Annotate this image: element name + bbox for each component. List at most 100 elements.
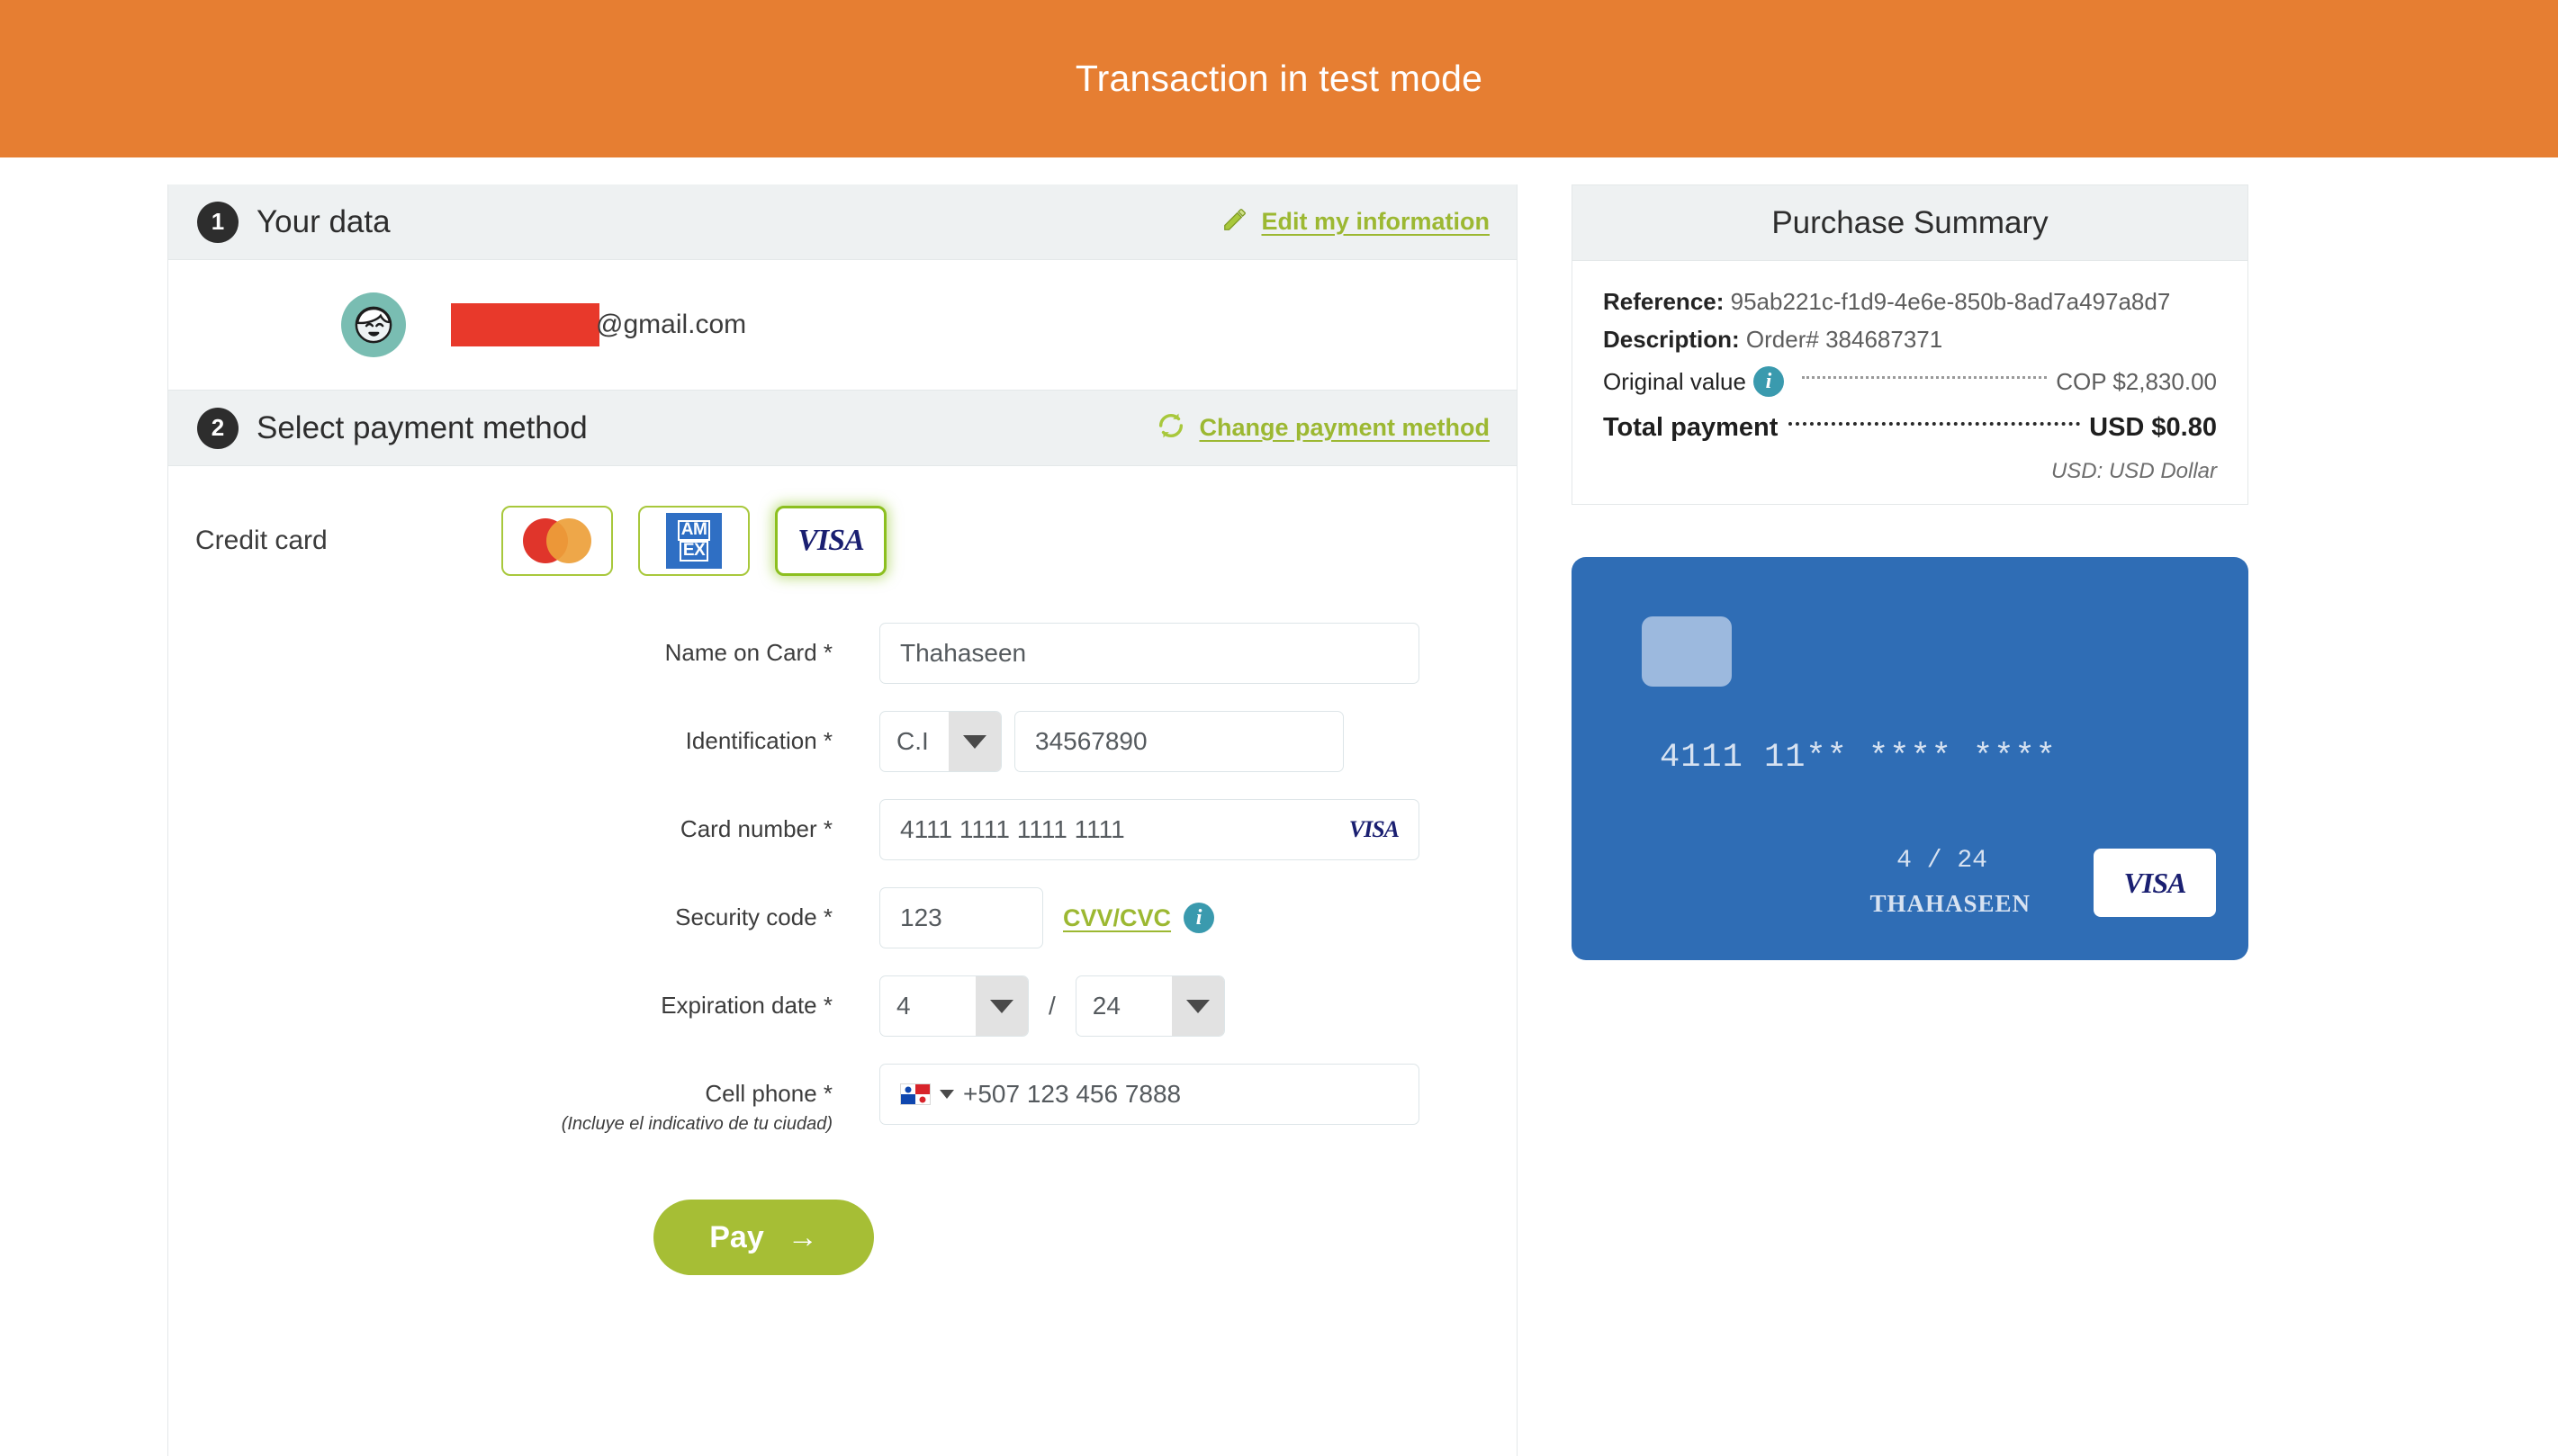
pay-button[interactable]: Pay →	[653, 1200, 874, 1275]
credit-card-form: Name on Card * Thahaseen Identification …	[168, 616, 1517, 1326]
visa-icon: VISA	[797, 524, 864, 557]
cell-phone-label: Cell phone * (Incluye el indicativo de t…	[168, 1064, 879, 1135]
summary-original-value-amount: COP $2,830.00	[2056, 367, 2217, 395]
step-1-badge: 1	[197, 201, 239, 243]
credit-card-label: Credit card	[195, 526, 328, 555]
expiration-month-value: 4	[896, 992, 911, 1020]
card-chip-icon	[1642, 616, 1732, 687]
name-on-card-label: Name on Card *	[664, 639, 833, 666]
step-2-header: 2 Select payment method Change payment m…	[168, 391, 1517, 466]
refresh-icon	[1156, 410, 1186, 445]
panama-flag-icon	[900, 1083, 931, 1105]
card-preview-expiry: 4 / 24	[1896, 847, 1987, 875]
checkout-form-panel: 1 Your data Edit my information @gmail.c…	[167, 184, 1518, 1456]
brand-tile-amex[interactable]: AM EX	[638, 506, 750, 576]
step-2-title: Select payment method	[257, 409, 588, 445]
pay-button-label: Pay	[709, 1219, 764, 1254]
amex-line-2: EX	[679, 541, 709, 562]
summary-total-label: Total payment	[1603, 413, 1779, 442]
security-code-input[interactable]: 123	[879, 887, 1043, 948]
card-number-input[interactable]: 4111 1111 1111 1111 VISA	[879, 799, 1419, 860]
dotted-leader	[1788, 422, 2081, 426]
test-mode-banner-text: Transaction in test mode	[1075, 58, 1483, 99]
form-row-security-code: Security code * 123 CVV/CVC i	[168, 887, 1517, 948]
identification-type-value: C.I	[896, 727, 929, 755]
identification-type-select[interactable]: C.I	[879, 711, 1002, 772]
arrow-right-icon: →	[787, 1219, 818, 1254]
card-number-value: 4111 1111 1111 1111	[900, 815, 1125, 843]
pay-button-row: Pay →	[11, 1162, 1517, 1326]
summary-reference-row: Reference: 95ab221c-f1d9-4e6e-850b-8ad7a…	[1603, 288, 2217, 316]
credit-card-preview: 4111 11** **** **** 4 / 24 THAHASEEN VIS…	[1572, 557, 2248, 960]
chevron-down-icon	[949, 712, 1001, 771]
edit-my-information-label: Edit my information	[1261, 208, 1490, 235]
name-on-card-value: Thahaseen	[900, 639, 1027, 667]
visa-icon: VISA	[2123, 866, 2187, 899]
mastercard-icon	[523, 518, 591, 563]
purchase-summary-body: Reference: 95ab221c-f1d9-4e6e-850b-8ad7a…	[1572, 261, 2247, 504]
summary-description-value: Order# 384687371	[1745, 326, 1943, 353]
card-preview-brand-badge: VISA	[2094, 849, 2216, 917]
identification-number-input[interactable]: 34567890	[1014, 711, 1344, 772]
card-number-brand-icon: VISA	[1348, 816, 1400, 842]
purchase-summary-title: Purchase Summary	[1771, 204, 2049, 240]
form-row-name-on-card: Name on Card * Thahaseen	[168, 623, 1517, 684]
change-payment-method-link[interactable]: Change payment method	[1156, 410, 1490, 445]
checkout-page: 1 Your data Edit my information @gmail.c…	[0, 157, 2558, 1456]
cell-phone-hint: (Incluye el indicativo de tu ciudad)	[561, 1114, 833, 1134]
cvv-help-label: CVV/CVC	[1063, 903, 1172, 931]
pencil-icon	[1221, 206, 1248, 238]
summary-original-value-label: Original value	[1603, 367, 1746, 395]
name-on-card-input[interactable]: Thahaseen	[879, 623, 1419, 684]
expiration-year-select[interactable]: 24	[1075, 975, 1225, 1037]
security-code-label: Security code *	[675, 903, 833, 930]
form-row-card-number: Card number * 4111 1111 1111 1111 VISA	[168, 799, 1517, 860]
card-preview-holder: THAHASEEN	[1869, 890, 2031, 917]
expiration-date-label: Expiration date *	[661, 992, 833, 1019]
summary-column: Purchase Summary Reference: 95ab221c-f1d…	[1572, 184, 2248, 960]
purchase-summary-panel: Purchase Summary Reference: 95ab221c-f1d…	[1572, 184, 2248, 505]
user-avatar-icon	[341, 292, 406, 357]
cell-phone-input[interactable]: +507 123 456 7888	[879, 1064, 1419, 1125]
summary-currency-note: USD: USD Dollar	[2050, 459, 2217, 483]
expiration-year-value: 24	[1092, 992, 1121, 1020]
purchase-summary-header: Purchase Summary	[1572, 185, 2247, 261]
chevron-down-icon	[976, 976, 1028, 1036]
summary-description-label: Description:	[1603, 326, 1740, 353]
email-domain-text: @gmail.com	[596, 310, 747, 339]
edit-my-information-link[interactable]: Edit my information	[1221, 206, 1490, 238]
card-number-label: Card number *	[680, 815, 833, 842]
summary-reference-label: Reference:	[1603, 288, 1725, 315]
expiration-separator: /	[1049, 992, 1056, 1020]
user-identity-row: @gmail.com	[168, 260, 1517, 391]
info-icon[interactable]: i	[1752, 366, 1784, 397]
payment-brand-selector: Credit card AM EX VISA	[168, 466, 1517, 616]
brand-tile-visa[interactable]: VISA	[775, 506, 887, 576]
summary-total-amount: USD $0.80	[2089, 413, 2217, 442]
summary-description-row: Description: Order# 384687371	[1603, 326, 2217, 354]
cvv-help-link[interactable]: CVV/CVC i	[1063, 903, 1215, 933]
chevron-down-icon[interactable]	[940, 1090, 954, 1099]
security-code-value: 123	[900, 903, 942, 931]
cell-phone-value: +507 123 456 7888	[963, 1080, 1182, 1108]
form-row-cell-phone: Cell phone * (Incluye el indicativo de t…	[168, 1064, 1517, 1135]
expiration-month-select[interactable]: 4	[879, 975, 1029, 1037]
summary-total-row: Total payment USD $0.80	[1603, 413, 2217, 443]
info-icon[interactable]: i	[1184, 903, 1215, 933]
summary-reference-value: 95ab221c-f1d9-4e6e-850b-8ad7a497a8d7	[1730, 288, 2171, 315]
change-payment-method-label: Change payment method	[1199, 414, 1490, 441]
amex-icon: AM EX	[666, 513, 722, 569]
card-preview-number: 4111 11** **** ****	[1660, 739, 2057, 777]
user-email: @gmail.com	[451, 303, 746, 346]
identification-number-value: 34567890	[1035, 727, 1148, 755]
test-mode-banner: Transaction in test mode	[0, 0, 2558, 157]
brand-tile-mastercard[interactable]	[501, 506, 613, 576]
cell-phone-label-text: Cell phone *	[705, 1080, 833, 1107]
form-row-expiration-date: Expiration date * 4 / 24	[168, 975, 1517, 1037]
amex-line-1: AM	[677, 520, 711, 541]
dotted-leader	[1801, 376, 2048, 379]
step-1-header: 1 Your data Edit my information	[168, 184, 1517, 260]
chevron-down-icon	[1171, 976, 1224, 1036]
summary-original-value-row: Original value i COP $2,830.00	[1603, 366, 2217, 397]
identification-label: Identification *	[685, 727, 833, 754]
